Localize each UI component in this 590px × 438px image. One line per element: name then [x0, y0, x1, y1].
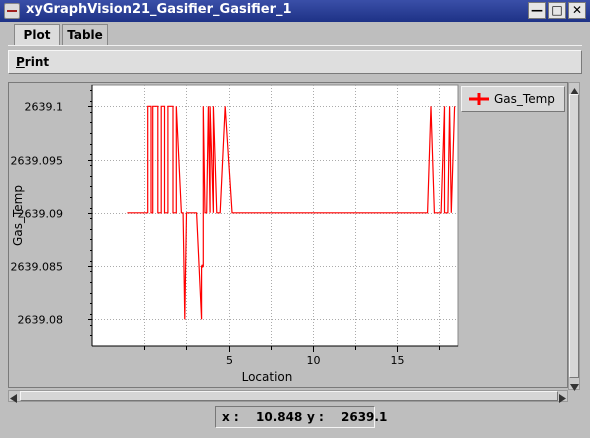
y-label: y :: [307, 410, 324, 424]
horizontal-scroll-thumb[interactable]: [20, 391, 558, 401]
x-label: x :: [222, 410, 239, 424]
minimize-button[interactable]: —: [528, 2, 546, 19]
gas-temp-chart: 2639.082639.0852639.092639.0952639.15 10 1…: [11, 84, 459, 384]
vertical-scroll-thumb[interactable]: [569, 94, 579, 378]
x-tick-label: 15: [391, 354, 405, 367]
legend[interactable]: Gas_Temp: [461, 86, 565, 112]
toolbar: Print: [8, 50, 582, 74]
tab-table[interactable]: Table: [62, 24, 108, 45]
coordinate-readout: x : 10.848 y : 2639.1: [215, 406, 387, 428]
print-rest: rint: [24, 55, 50, 69]
y-tick-label: 2639.095: [11, 155, 64, 168]
scroll-right-arrow-icon[interactable]: [559, 392, 566, 406]
app-icon[interactable]: [4, 3, 20, 19]
window-title: xyGraphVision21_Gasifier_Gasifier_1: [26, 2, 292, 17]
y-axis-label: Gas_Temp: [11, 185, 25, 246]
vertical-scrollbar[interactable]: [568, 82, 580, 391]
tab-plot[interactable]: Plot: [14, 24, 60, 45]
y-tick-label: 2639.08: [18, 314, 64, 327]
plot-background: [91, 84, 459, 347]
plot-frame: 2639.08 2639.085 2639.09 2639.095 2639.1 5 10 1…: [8, 82, 568, 388]
x-axis-label: Location: [242, 370, 293, 384]
print-mnemonic: P: [16, 55, 25, 69]
title-bar[interactable]: xyGraphVision21_Gasifier_Gasifier_1 — □ …: [0, 0, 590, 22]
x-tick-label: 5: [226, 354, 233, 367]
y-value: 2639.1: [341, 410, 388, 424]
y-tick-label: 2639.085: [11, 261, 64, 274]
close-button[interactable]: ✕: [568, 2, 586, 19]
legend-marker-icon: [469, 93, 489, 105]
horizontal-scrollbar[interactable]: [8, 390, 568, 403]
x-value: 10.848: [256, 410, 303, 424]
scroll-left-arrow-icon[interactable]: [10, 392, 17, 406]
y-tick-label: 2639.1: [25, 101, 64, 114]
tab-panel-divider: [8, 45, 582, 46]
x-tick-label: 10: [307, 354, 321, 367]
scroll-down-arrow-icon[interactable]: [570, 380, 579, 394]
print-button[interactable]: Print: [16, 55, 49, 69]
legend-label: Gas_Temp: [494, 92, 555, 106]
maximize-button[interactable]: □: [548, 2, 566, 19]
